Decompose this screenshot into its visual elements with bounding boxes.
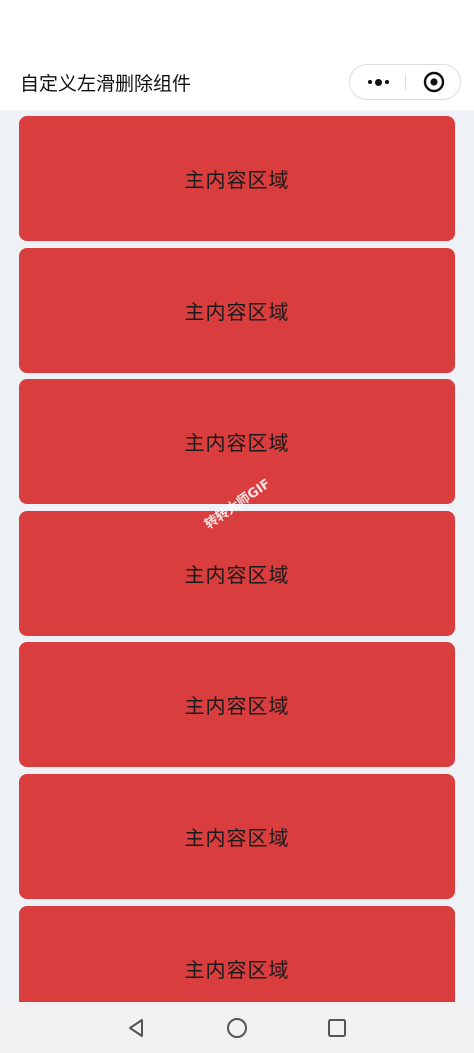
recents-button[interactable] [319,1010,355,1046]
more-dots-icon [367,78,389,86]
list-item-label: 主内容区域 [184,168,290,192]
list-item[interactable]: 主内容区域 [19,774,455,899]
page-title: 自定义左滑删除组件 [20,73,192,95]
swipe-list[interactable]: 主内容区域 主内容区域 主内容区域 主内容区域 主内容区域 主内容区域 主内容区… [0,110,474,1002]
home-button[interactable] [219,1010,255,1046]
circle-home-icon [227,1018,247,1038]
target-circle-icon [423,71,444,93]
list-item-label: 主内容区域 [184,826,290,850]
status-bar [0,0,474,58]
list-item[interactable]: 主内容区域 [19,379,455,504]
list-item-label: 主内容区域 [184,958,290,982]
more-button[interactable] [350,65,406,99]
triangle-back-icon [129,1019,143,1037]
list-item[interactable]: 主内容区域 [19,116,455,241]
list-item-label: 主内容区域 [184,694,290,718]
system-navigation-bar [0,1002,474,1053]
list-item-label: 主内容区域 [184,300,290,324]
list-item[interactable]: 主内容区域 [19,906,455,1002]
menu-capsule [349,64,461,100]
back-button[interactable] [118,1010,154,1046]
list-item[interactable]: 主内容区域 [19,642,455,767]
list-item-label: 主内容区域 [184,431,290,455]
list-item[interactable]: 主内容区域 [19,511,455,636]
square-recents-icon [328,1019,346,1037]
navigation-bar: 自定义左滑删除组件 [0,58,474,110]
close-button[interactable] [406,65,461,99]
list-item[interactable]: 主内容区域 [19,248,455,373]
list-item-label: 主内容区域 [184,563,290,587]
